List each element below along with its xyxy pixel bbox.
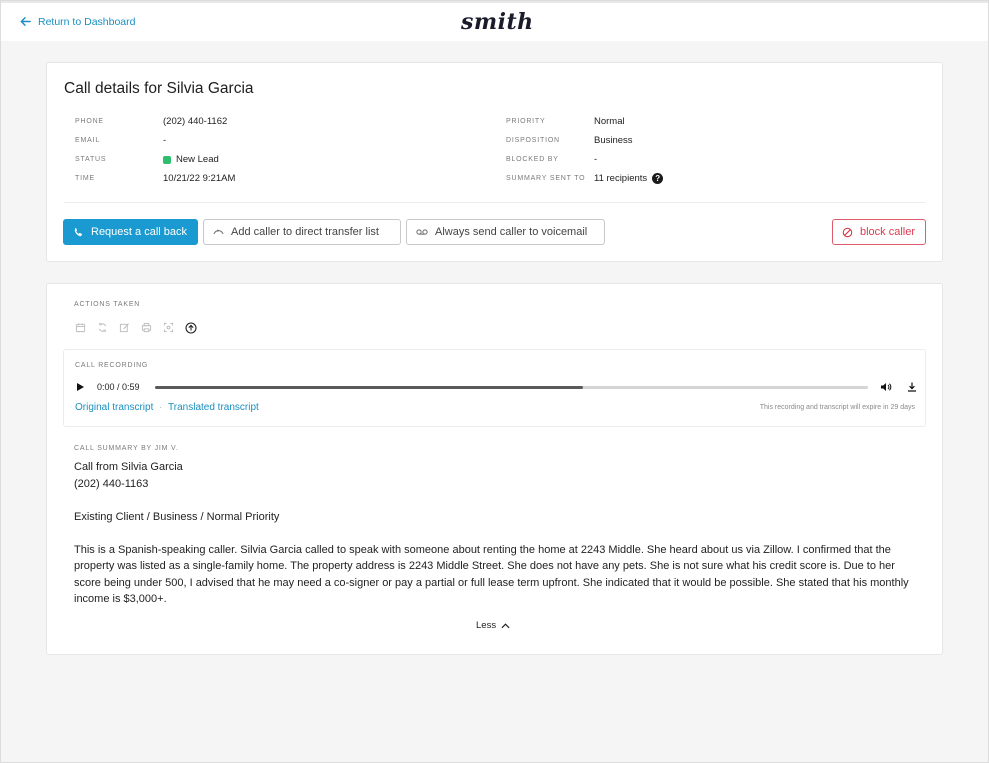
detail-key: DISPOSITION (506, 137, 560, 144)
detail-value: - (594, 154, 598, 165)
block-icon (842, 227, 853, 237)
detail-value: 10/21/22 9:21AM (163, 173, 236, 184)
detail-key: STATUS (75, 156, 107, 163)
expiry-note: This recording and transcript will expir… (759, 404, 915, 411)
detail-key: TIME (75, 175, 95, 182)
block-caller-label: block caller (860, 226, 916, 238)
summary-classification-line: Existing Client / Business / Normal Prio… (74, 510, 280, 523)
detail-disposition: DISPOSITION Business (506, 135, 633, 146)
original-transcript-link[interactable]: Original transcript (75, 402, 153, 413)
playback-track[interactable] (155, 385, 868, 389)
return-to-dashboard-link[interactable]: Return to Dashboard (19, 15, 135, 28)
action-icons-row (74, 321, 197, 334)
transcript-links: Original transcript · Translated transcr… (75, 402, 259, 413)
detail-priority: PRIORITY Normal (506, 116, 625, 127)
request-call-back-label: Request a call back (91, 226, 187, 238)
status-value: New Lead (176, 154, 219, 165)
detail-value: (202) 440-1162 (163, 116, 228, 127)
download-icon[interactable] (906, 381, 918, 393)
detail-value: Business (594, 135, 633, 146)
detail-key: PRIORITY (506, 118, 546, 125)
arrow-left-icon (20, 17, 31, 26)
detail-value-wrap: New Lead (163, 154, 219, 165)
top-bar: Return to Dashboard smith (1, 1, 988, 41)
chevron-up-icon (501, 622, 510, 628)
scan-icon (162, 321, 175, 334)
add-to-transfer-list-button[interactable]: Add caller to direct transfer list (203, 219, 401, 245)
less-label: Less (476, 620, 497, 631)
audio-player: 0:00 / 0:59 (75, 380, 918, 394)
actions-taken-label: ACTIONS TAKEN (74, 301, 141, 308)
status-dot-icon (163, 155, 171, 164)
detail-key: PHONE (75, 118, 104, 125)
play-icon[interactable] (75, 382, 85, 392)
block-caller-button[interactable]: block caller (832, 219, 926, 245)
smith-logo: smith (461, 9, 534, 35)
return-to-dashboard-label: Return to Dashboard (38, 15, 136, 28)
translated-transcript-link[interactable]: Translated transcript (168, 402, 259, 413)
detail-value: Normal (594, 116, 625, 127)
detail-status: STATUS New Lead (75, 154, 219, 165)
detail-key: BLOCKED BY (506, 156, 559, 163)
detail-value-wrap: 11 recipients ? (594, 173, 664, 184)
detail-key: EMAIL (75, 137, 101, 144)
playback-time: 0:00 / 0:59 (97, 382, 140, 392)
calendar-icon (74, 321, 87, 334)
summary-phone-line: (202) 440-1163 (74, 477, 149, 490)
call-recording-panel: CALL RECORDING 0:00 / 0:59 Original tran… (63, 349, 926, 427)
call-summary-text: Call from Silvia Garcia (202) 440-1163 E… (74, 459, 919, 624)
call-activity-card: ACTIONS TAKEN CALL RECORDING 0:00 / 0:59… (46, 283, 943, 655)
recipients-value: 11 recipients (594, 173, 648, 184)
voicemail-icon (416, 229, 428, 235)
detail-value: - (163, 135, 167, 146)
transfer-icon (213, 229, 224, 235)
help-icon[interactable]: ? (652, 173, 664, 184)
detail-summary-sent-to: SUMMARY SENT TO 11 recipients ? (506, 173, 664, 184)
call-summary-label: CALL SUMMARY BY JIM V. (74, 445, 179, 452)
print-icon (140, 321, 153, 334)
less-toggle[interactable]: Less (476, 620, 510, 631)
summary-caller-line: Call from Silvia Garcia (74, 461, 183, 473)
edit-icon (118, 321, 131, 334)
playback-progress (155, 385, 583, 389)
send-to-voicemail-button[interactable]: Always send caller to voicemail (406, 219, 605, 245)
divider (64, 202, 925, 203)
phone-icon (74, 227, 83, 236)
volume-icon[interactable] (880, 381, 892, 393)
page-title: Call details for Silvia Garcia (64, 80, 254, 97)
request-call-back-button[interactable]: Request a call back (63, 219, 198, 245)
detail-email: EMAIL - (75, 135, 166, 146)
sync-icon (96, 321, 109, 334)
detail-blocked-by: BLOCKED BY - (506, 154, 597, 165)
add-to-transfer-list-label: Add caller to direct transfer list (231, 226, 379, 238)
call-details-card: Call details for Silvia Garcia PHONE (20… (46, 62, 943, 262)
upload-circle-icon (184, 321, 197, 334)
call-recording-label: CALL RECORDING (75, 362, 149, 369)
summary-body: This is a Spanish-speaking caller. Silvi… (74, 543, 909, 606)
detail-phone: PHONE (202) 440-1162 (75, 116, 227, 127)
detail-key: SUMMARY SENT TO (506, 175, 586, 182)
detail-time: TIME 10/21/22 9:21AM (75, 173, 235, 184)
send-to-voicemail-label: Always send caller to voicemail (435, 226, 588, 238)
link-separator: · (159, 403, 163, 412)
